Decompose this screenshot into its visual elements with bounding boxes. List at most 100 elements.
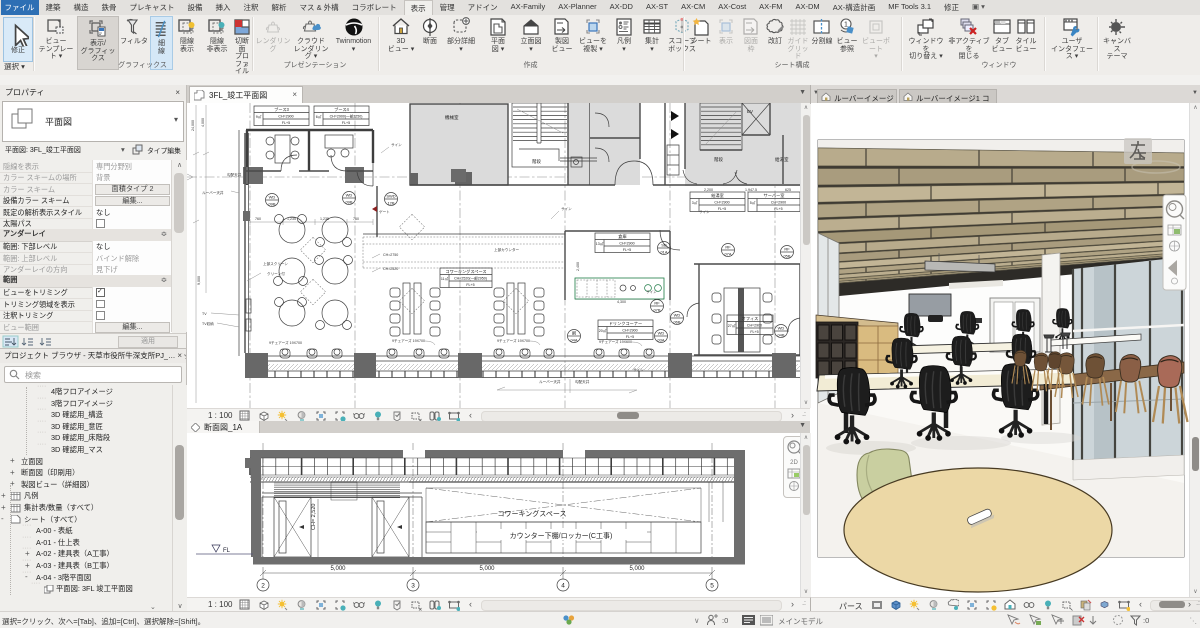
svg-text:WD: WD: [269, 195, 276, 200]
svg-text:WD: WD: [674, 313, 681, 318]
svg-text:13㎡: 13㎡: [596, 241, 604, 246]
svg-text:ドリンクコーナー: ドリンクコーナー: [609, 321, 643, 327]
svg-text:FL+5: FL+5: [623, 248, 631, 252]
svg-text:6㎡: 6㎡: [316, 114, 322, 119]
svg-text:勾配天井: 勾配天井: [227, 172, 242, 177]
svg-text:コワーキングスペース: コワーキングスペース: [445, 268, 486, 275]
svg-text:11㎡: 11㎡: [441, 276, 449, 281]
svg-text:01A: 01A: [660, 250, 667, 255]
svg-text:ルーバー天井: ルーバー天井: [202, 190, 224, 195]
svg-text:サーバー室: サーバー室: [764, 192, 785, 199]
svg-text:9チェアーズ 19X700: 9チェアーズ 19X700: [497, 338, 530, 343]
svg-text:FL+5: FL+5: [282, 121, 290, 125]
svg-text:RF: RF: [725, 245, 731, 250]
svg-text:機械室: 機械室: [445, 114, 459, 121]
svg-text:CH=2900: CH=2900: [714, 201, 729, 205]
svg-text:クリーン付: クリーン付: [267, 271, 285, 276]
svg-text:サイン: サイン: [646, 289, 657, 294]
svg-text:CH=2900(一部2250): CH=2900(一部2250): [330, 114, 363, 119]
svg-text:12B: 12B: [387, 201, 394, 206]
svg-text:9,000: 9,000: [197, 276, 201, 285]
svg-text:CH=2900: CH=2900: [747, 324, 762, 328]
svg-text:CH=2900: CH=2900: [619, 242, 634, 246]
svg-text:コワーキングスペース: コワーキングスペース: [498, 509, 567, 518]
svg-text:CH=2750: CH=2750: [383, 253, 398, 257]
svg-text:06B: 06B: [673, 320, 680, 325]
svg-text:階段: 階段: [714, 156, 723, 163]
svg-text:24,000: 24,000: [191, 120, 195, 131]
svg-text:9チェアーズ 19X700: 9チェアーズ 19X700: [269, 340, 302, 345]
svg-text:20㎡: 20㎡: [599, 328, 607, 333]
svg-text:2: 2: [261, 583, 265, 590]
svg-text:27㎡: 27㎡: [728, 323, 736, 328]
svg-text:CH=2520(一部2950): CH=2520(一部2950): [454, 276, 487, 281]
svg-text:カウンター下棚/ロッカー(C工事): カウンター下棚/ロッカー(C工事): [510, 531, 613, 540]
svg-text:WD: WD: [658, 331, 665, 336]
svg-text:FL+5: FL+5: [718, 207, 726, 211]
svg-text:EV: EV: [747, 109, 753, 114]
svg-text:ルーバー天井: ルーバー天井: [539, 379, 561, 384]
svg-text:CH= 2,520: CH= 2,520: [311, 504, 317, 530]
svg-text:04B: 04B: [777, 333, 784, 338]
svg-text:4: 4: [561, 583, 565, 590]
svg-text:TV: TV: [202, 312, 207, 316]
svg-text:SD: SD: [661, 243, 667, 248]
svg-text:9㎡: 9㎡: [256, 114, 262, 119]
svg-text:ゲート: ゲート: [379, 209, 390, 214]
svg-text:09B: 09B: [345, 200, 352, 205]
svg-text:FL+5: FL+5: [466, 283, 474, 287]
svg-text:05B: 05B: [783, 254, 790, 259]
svg-text:07A: 07A: [724, 252, 731, 257]
svg-text:SWD: SWD: [386, 194, 395, 199]
svg-text:FL+5: FL+5: [626, 335, 634, 339]
svg-text:3: 3: [411, 583, 415, 590]
svg-text:勾配天井: 勾配天井: [575, 379, 590, 384]
svg-text:5,000: 5,000: [330, 566, 346, 572]
svg-text:ブース4: ブース4: [334, 106, 349, 112]
svg-text:上部カウンター: 上部カウンター: [494, 247, 520, 252]
svg-text:オフィス: オフィス: [742, 316, 759, 321]
svg-text:760: 760: [255, 217, 261, 221]
svg-text:9チェアーズ 19X700: 9チェアーズ 19X700: [392, 338, 425, 343]
svg-text:03A: 03A: [657, 338, 664, 343]
svg-text:625: 625: [785, 188, 791, 192]
svg-text:給湯室: 給湯室: [711, 192, 724, 199]
svg-text:5,000: 5,000: [629, 566, 645, 572]
svg-text:5㎡: 5㎡: [750, 200, 756, 205]
svg-text:倉庫: 倉庫: [618, 233, 626, 240]
svg-text:RF: RF: [784, 247, 790, 252]
svg-text:FL+5: FL+5: [342, 121, 350, 125]
svg-text:760: 760: [353, 217, 359, 221]
svg-text:ブース3: ブース3: [274, 106, 289, 112]
svg-text:2D: 2D: [790, 460, 798, 466]
svg-text:FL+5: FL+5: [750, 330, 758, 334]
svg-text:2,400: 2,400: [576, 262, 580, 271]
svg-text:1,947.5: 1,947.5: [745, 188, 757, 192]
svg-text:階段: 階段: [532, 158, 541, 165]
svg-text:TV収納: TV収納: [202, 321, 214, 326]
svg-text:CH=2900: CH=2900: [771, 201, 786, 205]
svg-text:サイン: サイン: [561, 206, 572, 211]
svg-text:給湯室: 給湯室: [775, 156, 789, 163]
svg-text:07B: 07B: [653, 308, 660, 313]
svg-text:上部スクリーン: 上部スクリーン: [263, 261, 288, 266]
svg-text:CH=2900: CH=2900: [622, 329, 637, 333]
svg-text:09B: 09B: [268, 202, 275, 207]
svg-text:CH=2520: CH=2520: [383, 267, 398, 271]
svg-text:CH=2900: CH=2900: [278, 115, 293, 119]
svg-text:4,000: 4,000: [201, 118, 205, 127]
svg-text:WD: WD: [346, 193, 353, 198]
svg-text:WD: WD: [778, 326, 785, 331]
svg-text:5,000: 5,000: [479, 566, 495, 572]
svg-text:サイン: サイン: [391, 142, 402, 147]
svg-text:FL+5: FL+5: [774, 207, 782, 211]
svg-text:04A: 04A: [570, 338, 577, 343]
svg-text:RF: RF: [654, 301, 660, 306]
svg-text:4,300: 4,300: [617, 300, 626, 304]
svg-text:3㎡: 3㎡: [692, 200, 698, 205]
svg-text:2,200: 2,200: [704, 188, 713, 192]
svg-text:FL: FL: [223, 548, 231, 554]
svg-text:5: 5: [710, 583, 714, 590]
svg-text:サイン: サイン: [633, 367, 644, 372]
svg-text:網: 網: [572, 330, 576, 336]
